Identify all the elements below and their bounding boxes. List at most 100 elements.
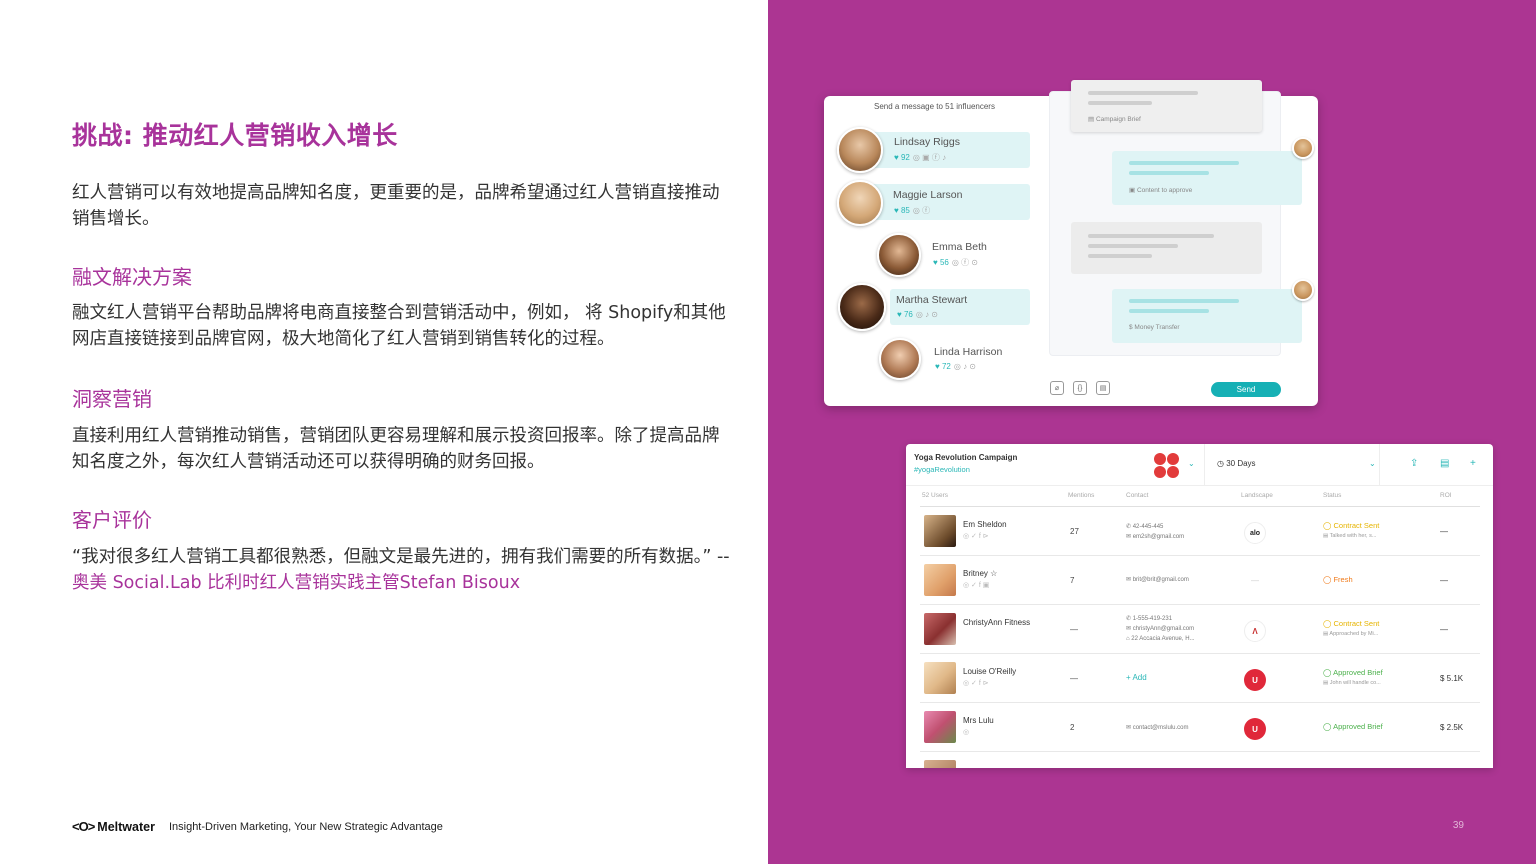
- date-range-select[interactable]: ◷ 30 Days ⌄: [1204, 444, 1380, 486]
- campaign-table-card: Yoga Revolution Campaign #yogaRevolution…: [906, 444, 1493, 768]
- influencer-name: Linda Harrison: [934, 346, 1003, 358]
- status-note: ▤ Talked with her, s...: [1323, 533, 1377, 539]
- content-panel: 挑战: 推动红人营销收入增长 红人营销可以有效地提高品牌知名度，更重要的是，品牌…: [0, 0, 768, 864]
- contact-email: ✉ brit@brit@gmail.com: [1126, 577, 1189, 583]
- contact-phone: ✆ 42-445-445: [1126, 524, 1164, 530]
- status-badge[interactable]: ◯ Approved Brief: [1323, 722, 1383, 731]
- contact-email: ✉ em2sh@gmail.com: [1126, 534, 1185, 540]
- influencer-score: ♥ 72 ◎ ♪ ⊙: [935, 362, 976, 371]
- contact-phone: ✆ 1-555-419-231: [1126, 616, 1173, 622]
- user-thumbnail: [924, 613, 956, 645]
- page-number: 39: [1452, 820, 1464, 831]
- score: ♥ 85: [894, 206, 910, 215]
- roi-value: —: [1440, 625, 1448, 634]
- brand-logo-icon[interactable]: [1154, 449, 1180, 479]
- social-icons: ◎ ✓ f ▣: [963, 582, 990, 589]
- chat-thread: ▤ Campaign Brief ▣ Content to approve $ …: [1049, 80, 1302, 356]
- social-icons: ◎ ♪ ⊙: [915, 310, 939, 319]
- influencer-score: ♥ 56 ◎ ⓕ ⊙: [933, 257, 978, 268]
- placeholder-bar: [1129, 161, 1239, 165]
- column-header[interactable]: Status: [1323, 492, 1341, 499]
- roi-value: $ 2.5K: [1440, 723, 1464, 732]
- message-header: Send a message to 51 influencers: [874, 102, 995, 111]
- landscape-empty: —: [1251, 576, 1259, 585]
- landscape-brand-label: Λ: [1252, 626, 1258, 636]
- table-row[interactable]: Britney ☆ ◎ ✓ f ▣ 7 ✉ brit@brit@gmail.co…: [920, 556, 1480, 605]
- attach-icon[interactable]: ⌀: [1050, 381, 1064, 395]
- report-icon[interactable]: ▤: [1440, 458, 1449, 469]
- status-badge[interactable]: ◯ Contract Sent: [1323, 521, 1379, 530]
- logo-text: Meltwater: [97, 819, 155, 834]
- avatar: [879, 338, 921, 380]
- logo-dot: [1154, 453, 1166, 465]
- avatar: [837, 127, 883, 173]
- contact-address: ⌂ 22 Accacia Avenue, H...: [1126, 636, 1195, 642]
- social-icons: ◎: [963, 729, 970, 736]
- column-header[interactable]: Contact: [1126, 492, 1148, 499]
- avatar: [1292, 137, 1314, 159]
- footer-tagline: Insight-Driven Marketing, Your New Strat…: [168, 820, 443, 833]
- chevron-down-icon: ⌄: [1369, 459, 1376, 468]
- chevron-down-icon[interactable]: ⌄: [1188, 459, 1195, 468]
- score: ♥ 72: [935, 362, 951, 371]
- user-name: Louise O'Reilly: [963, 667, 1017, 676]
- table-row[interactable]: Louise O'Reilly ◎ ✓ f ⊳ — + Add U ◯ Appr…: [920, 654, 1480, 703]
- status-badge[interactable]: ◯ Contract Sent: [1323, 619, 1379, 628]
- card-label-text: Campaign Brief: [1095, 116, 1141, 123]
- mentions: —: [1070, 674, 1078, 683]
- contact-info: ✆ 42-445-445 ✉ em2sh@gmail.com: [1126, 522, 1184, 542]
- table-row-partial[interactable]: [920, 752, 1480, 768]
- social-icons: ◎ ⓕ ⊙: [951, 258, 979, 267]
- add-icon[interactable]: +: [1470, 458, 1476, 469]
- status-badge[interactable]: ◯ Approved Brief: [1323, 668, 1383, 677]
- footer: <O> Meltwater Insight-Driven Marketing, …: [72, 819, 443, 834]
- social-icons: ◎ ✓ f ⊳: [963, 533, 989, 540]
- table-header-bar: Yoga Revolution Campaign #yogaRevolution…: [906, 444, 1493, 486]
- column-header[interactable]: ROI: [1440, 492, 1452, 499]
- column-header[interactable]: Mentions: [1068, 492, 1094, 499]
- testimonial-quote: “我对很多红人营销工具都很熟悉，但融文是最先进的，拥有我们需要的所有数据。” -…: [72, 544, 732, 596]
- user-thumbnail: [924, 760, 956, 768]
- card-label-text: Money Transfer: [1134, 324, 1180, 331]
- influencer-score: ♥ 85 ◎ ⓕ: [894, 205, 930, 216]
- influencer-name: Emma Beth: [932, 241, 987, 253]
- contact-email: ✉ christyAnn@gmail.com: [1126, 626, 1195, 632]
- column-header[interactable]: 52 Users: [922, 492, 948, 499]
- card-label: $ Money Transfer: [1129, 324, 1180, 331]
- document-icon[interactable]: ▤: [1096, 381, 1110, 395]
- avatar: [877, 233, 921, 277]
- user-name: ChristyAnn Fitness: [963, 618, 1031, 627]
- table-row[interactable]: Mrs Lulu ◎ 2 ✉ contact@mslulu.com U ◯ Ap…: [920, 703, 1480, 752]
- placeholder-bar: [1129, 309, 1209, 313]
- status-badge[interactable]: ◯ Fresh: [1323, 575, 1353, 584]
- contact-email: ✉ contact@mslulu.com: [1126, 725, 1189, 731]
- user-name: Britney ☆: [963, 569, 998, 578]
- money-transfer-card[interactable]: $ Money Transfer: [1112, 289, 1302, 343]
- table-row[interactable]: Em Sheldon ◎ ✓ f ⊳ 27 ✆ 42-445-445 ✉ em2s…: [920, 507, 1480, 556]
- date-range-value: ◷ 30 Days: [1217, 459, 1256, 468]
- column-header[interactable]: Landscape: [1241, 492, 1273, 499]
- card-label: ▤ Campaign Brief: [1088, 116, 1141, 123]
- testimonial-heading: 客户评价: [72, 508, 152, 532]
- send-button[interactable]: Send: [1211, 382, 1281, 397]
- mentions: 7: [1070, 576, 1075, 585]
- add-contact-link[interactable]: + Add: [1126, 673, 1147, 682]
- content-approve-card[interactable]: ▣ Content to approve: [1112, 151, 1302, 205]
- contact-info: ✉ contact@mslulu.com: [1126, 723, 1188, 733]
- mentions: 2: [1070, 723, 1075, 732]
- slide-title: 挑战: 推动红人营销收入增长: [72, 121, 398, 150]
- placeholder-bar: [1088, 254, 1152, 258]
- placeholder-bar: [1088, 244, 1178, 248]
- placeholder-bar: [1129, 171, 1209, 175]
- social-icons: ◎ ✓ f ⊳: [963, 680, 989, 687]
- share-icon[interactable]: ⇪: [1410, 458, 1418, 469]
- user-thumbnail: [924, 662, 956, 694]
- avatar: [838, 283, 886, 331]
- table-row[interactable]: ChristyAnn Fitness — ✆ 1-555-419-231 ✉ ch…: [920, 605, 1480, 654]
- campaign-hashtag[interactable]: #yogaRevolution: [914, 465, 970, 474]
- influencer-name: Lindsay Riggs: [894, 136, 960, 148]
- landscape-brand-icon: alo: [1244, 522, 1266, 544]
- code-icon[interactable]: {}: [1073, 381, 1087, 395]
- landscape-brand-label: U: [1252, 675, 1258, 685]
- campaign-brief-card[interactable]: ▤ Campaign Brief: [1071, 80, 1262, 132]
